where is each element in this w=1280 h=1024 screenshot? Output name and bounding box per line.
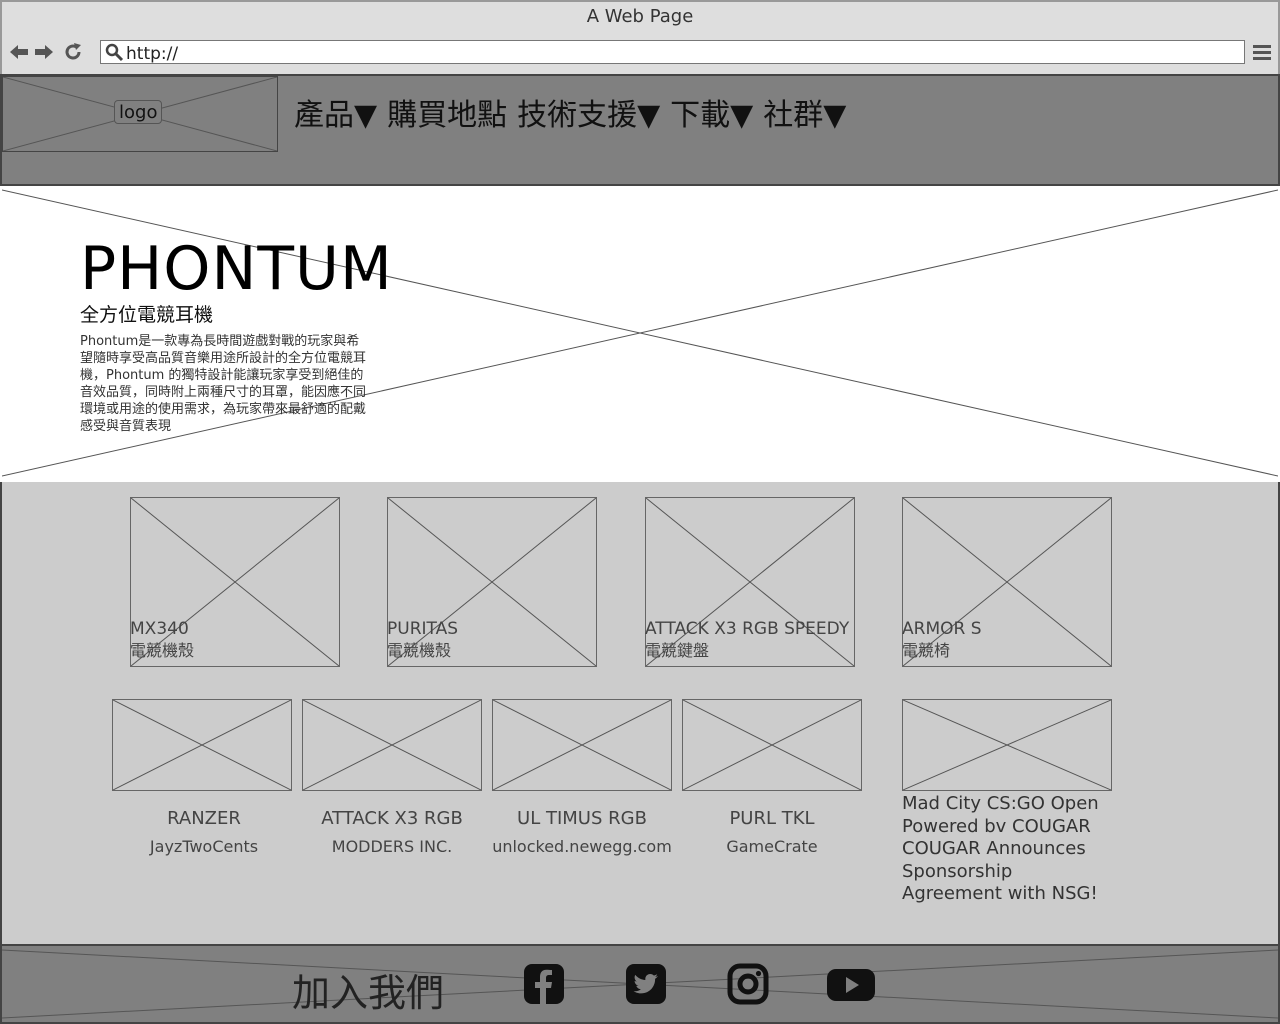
- review-source: MODDERS INC.: [331, 837, 453, 856]
- news-headline[interactable]: Mad City CS:GO Open Powered bv COUGAR CO…: [902, 793, 1117, 906]
- twitter-icon[interactable]: [624, 962, 668, 1006]
- main-nav: 產品▼ 購買地點 技術支援▼ 下載▼ 社群▼: [294, 90, 856, 134]
- nav-products[interactable]: 產品▼: [294, 98, 377, 133]
- reload-icon[interactable]: [62, 40, 84, 64]
- review-thumbnail[interactable]: [112, 699, 292, 791]
- product-card-text: ARMOR S 電競椅: [902, 619, 982, 661]
- url-text[interactable]: http://: [126, 44, 178, 64]
- nav-support[interactable]: 技術支援▼: [517, 98, 660, 133]
- product-category: 電競機殼: [130, 641, 195, 660]
- product-category: 電競鍵盤: [645, 641, 710, 660]
- review-thumbnail[interactable]: [492, 699, 672, 791]
- review-thumbnail[interactable]: [682, 699, 862, 791]
- product-name: ATTACK X3 RGB SPEEDY: [645, 619, 850, 639]
- hero-subtitle: 全方位電競耳機: [80, 304, 214, 326]
- review-product-name[interactable]: PURL TKL: [680, 808, 864, 829]
- nav-community[interactable]: 社群▼: [763, 98, 846, 133]
- window-title: A Web Page: [586, 6, 694, 27]
- youtube-icon[interactable]: [826, 962, 876, 1006]
- news-thumbnail[interactable]: [902, 699, 1112, 791]
- product-category: 電競椅: [902, 641, 951, 660]
- product-name: ARMOR S: [902, 619, 982, 639]
- product-name: PURITAS: [387, 619, 459, 639]
- hero-title: PHONTUM: [80, 234, 393, 304]
- join-us-label: 加入我們: [292, 971, 445, 1015]
- nav-downloads[interactable]: 下載▼: [670, 98, 753, 133]
- logo-label: logo: [114, 100, 163, 124]
- review-product-name[interactable]: RANZER: [112, 808, 296, 829]
- nav-where-to-buy[interactable]: 購買地點: [387, 98, 507, 133]
- review-product-name[interactable]: UL TIMUS RGB: [484, 808, 680, 829]
- forward-arrow-icon[interactable]: [33, 40, 55, 64]
- facebook-icon[interactable]: [522, 962, 566, 1006]
- hamburger-menu-icon[interactable]: [1252, 42, 1272, 62]
- product-card-text: MX340 電競機殼: [130, 619, 194, 661]
- review-source: GameCrate: [726, 837, 818, 856]
- product-card-text: ATTACK X3 RGB SPEEDY 電競鍵盤: [645, 619, 849, 661]
- review-product-name[interactable]: ATTACK X3 RGB: [300, 808, 484, 829]
- instagram-icon[interactable]: [726, 962, 770, 1006]
- product-name: MX340: [130, 619, 189, 639]
- product-category: 電競機殼: [387, 641, 452, 660]
- url-bar[interactable]: [100, 40, 1245, 64]
- product-card-text: PURITAS 電競機殼: [387, 619, 458, 661]
- review-source: JayzTwoCents: [149, 837, 259, 856]
- hero-description: Phontum是一款專為長時間遊戲對戰的玩家與希望隨時享受高品質音樂用途所設計的…: [80, 334, 367, 434]
- review-source: unlocked.newegg.com: [492, 837, 672, 856]
- search-icon: [104, 42, 124, 62]
- review-thumbnail[interactable]: [302, 699, 482, 791]
- back-arrow-icon[interactable]: [8, 40, 30, 64]
